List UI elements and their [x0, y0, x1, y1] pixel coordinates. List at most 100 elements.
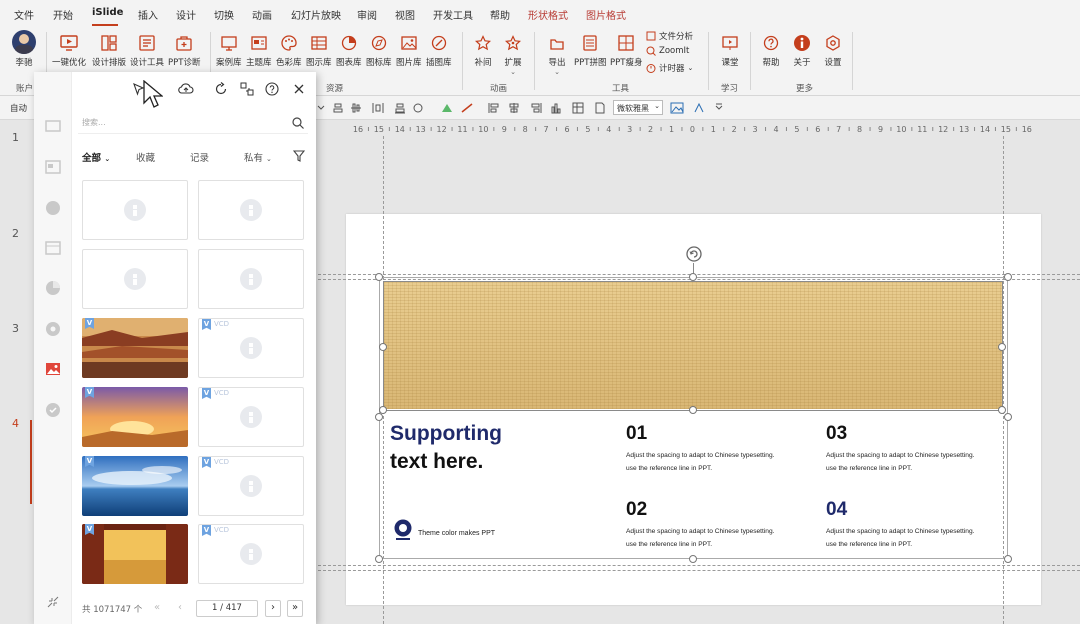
- image-library-icon[interactable]: [45, 361, 61, 377]
- ppt-diagnosis-button[interactable]: PPT诊断: [168, 32, 200, 68]
- first-page-button[interactable]: «: [154, 602, 160, 613]
- search-icon[interactable]: [292, 117, 304, 129]
- prev-page-button[interactable]: ‹: [178, 602, 182, 613]
- line-style-icon[interactable]: [460, 102, 474, 114]
- image-library-button[interactable]: 图片库: [396, 32, 422, 68]
- close-icon[interactable]: [293, 83, 305, 95]
- palette-icon[interactable]: [45, 200, 61, 216]
- tab-shape-format[interactable]: 形状格式: [528, 7, 568, 22]
- resize-handle[interactable]: [689, 273, 697, 281]
- slide-number-active[interactable]: 4: [12, 417, 19, 430]
- slide-number[interactable]: 1: [12, 131, 19, 144]
- resize-handle[interactable]: [379, 406, 387, 414]
- ppt-slim-button[interactable]: PPT瘦身: [610, 32, 642, 68]
- resize-handle[interactable]: [998, 406, 1006, 414]
- tab-home[interactable]: 开始: [53, 7, 73, 22]
- one-click-optimize-button[interactable]: 一键优化 ⌄: [52, 32, 86, 76]
- refresh-icon[interactable]: [214, 82, 228, 96]
- image-tile-placeholder[interactable]: [198, 180, 304, 240]
- resize-handle[interactable]: [379, 343, 387, 351]
- cloud-upload-icon[interactable]: [178, 82, 194, 96]
- resize-handle[interactable]: [689, 555, 697, 563]
- color-picker-icon[interactable]: [440, 102, 454, 114]
- tween-button[interactable]: 补间: [472, 32, 494, 68]
- horizontal-guide-line[interactable]: [318, 274, 1080, 275]
- file-analysis-button[interactable]: 文件分析: [646, 30, 693, 42]
- image-tile-sunset[interactable]: V: [82, 387, 188, 447]
- image-tile-placeholder[interactable]: [82, 180, 188, 240]
- align-center-icon[interactable]: [508, 102, 520, 114]
- tab-developer[interactable]: 开发工具: [433, 7, 473, 22]
- tab-review[interactable]: 审阅: [357, 7, 377, 22]
- resize-handle[interactable]: [375, 273, 383, 281]
- image-tile-placeholder[interactable]: V VCD: [198, 524, 304, 584]
- filter-history[interactable]: 记录: [190, 150, 209, 164]
- design-layout-button[interactable]: 设计排版 ⌄: [92, 32, 126, 76]
- image-tile-palace-roofs[interactable]: V: [82, 318, 188, 378]
- tab-design[interactable]: 设计: [176, 7, 196, 22]
- next-page-button[interactable]: ›: [265, 600, 281, 617]
- illustration-library-icon[interactable]: [45, 402, 61, 418]
- tab-insert[interactable]: 插入: [138, 7, 158, 22]
- align-top-icon[interactable]: [332, 102, 344, 114]
- help-icon[interactable]: [265, 82, 279, 96]
- page-input[interactable]: 1 / 417: [196, 600, 258, 617]
- more-options-icon[interactable]: [714, 102, 724, 114]
- tab-islide[interactable]: iSlide: [92, 7, 123, 18]
- image-tile-placeholder[interactable]: V VCD: [198, 456, 304, 516]
- slide-number[interactable]: 2: [12, 227, 19, 240]
- illustration-library-button[interactable]: 插图库: [426, 32, 452, 68]
- tab-transitions[interactable]: 切换: [214, 7, 234, 22]
- extend-button[interactable]: 扩展 ⌄: [502, 32, 524, 76]
- color-library-button[interactable]: 色彩库: [276, 32, 302, 68]
- resize-handle[interactable]: [1004, 555, 1012, 563]
- design-tools-button[interactable]: 设计工具 ⌄: [130, 32, 164, 76]
- theme-library-icon[interactable]: [45, 159, 61, 175]
- slide-number[interactable]: 3: [12, 322, 19, 335]
- rotate-handle-icon[interactable]: [685, 245, 703, 263]
- chart-library-button[interactable]: 图表库: [336, 32, 362, 68]
- font-select[interactable]: 微软雅黑 ⌄: [613, 100, 663, 115]
- image-tile-ocean-sky[interactable]: V: [82, 456, 188, 516]
- image-tile-palace-gate[interactable]: V: [82, 524, 188, 584]
- collapse-icon[interactable]: [47, 596, 59, 608]
- table-icon[interactable]: [572, 102, 584, 114]
- tab-slideshow[interactable]: 幻灯片放映: [291, 7, 341, 22]
- image-icon[interactable]: [670, 102, 684, 114]
- resize-handle[interactable]: [375, 413, 383, 421]
- help-button[interactable]: 帮助: [760, 32, 782, 68]
- resize-handle[interactable]: [998, 343, 1006, 351]
- horizontal-guide-line[interactable]: [318, 565, 1080, 566]
- about-button[interactable]: 关于: [791, 32, 813, 68]
- image-tile-placeholder[interactable]: [198, 249, 304, 309]
- chevron-down-icon[interactable]: [316, 102, 326, 114]
- icon-library-icon[interactable]: [45, 321, 61, 337]
- case-library-button[interactable]: 案例库: [216, 32, 242, 68]
- last-page-button[interactable]: »: [287, 600, 303, 617]
- resize-handle[interactable]: [1004, 413, 1012, 421]
- timer-button[interactable]: 计时器 ⌄: [646, 62, 693, 74]
- filter-private[interactable]: 私有 ⌄: [244, 150, 272, 164]
- tab-help[interactable]: 帮助: [490, 7, 510, 22]
- ppt-stitch-button[interactable]: PPT拼图: [574, 32, 606, 68]
- icon-library-button[interactable]: 图标库: [366, 32, 392, 68]
- settings-button[interactable]: 设置: [822, 32, 844, 68]
- image-tile-placeholder[interactable]: [82, 249, 188, 309]
- resize-handle[interactable]: [375, 555, 383, 563]
- distribute-icon[interactable]: [372, 102, 384, 114]
- resize-handle[interactable]: [1004, 273, 1012, 281]
- classroom-button[interactable]: 课堂: [719, 32, 741, 68]
- diagram-library-icon[interactable]: [45, 240, 61, 256]
- tab-animations[interactable]: 动画: [252, 7, 272, 22]
- image-tile-placeholder[interactable]: V VCD: [198, 387, 304, 447]
- export-button[interactable]: 导出 ⌄: [546, 32, 568, 76]
- filter-funnel-icon[interactable]: [293, 150, 305, 162]
- brush-icon[interactable]: [692, 102, 706, 114]
- zoomit-button[interactable]: ZoomIt: [646, 46, 689, 56]
- diagram-library-button[interactable]: 图示库: [306, 32, 332, 68]
- resize-handle[interactable]: [689, 406, 697, 414]
- image-tile-placeholder[interactable]: V VCD: [198, 318, 304, 378]
- tab-picture-format[interactable]: 图片格式: [586, 7, 626, 22]
- horizontal-guide-line[interactable]: [318, 570, 1080, 571]
- bar-chart-icon[interactable]: [550, 102, 562, 114]
